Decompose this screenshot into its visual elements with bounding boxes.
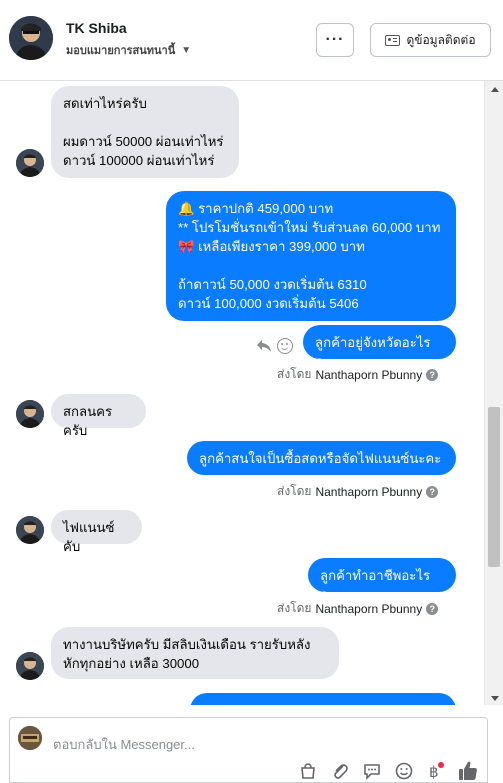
scroll-up-icon[interactable] [491,87,499,92]
baht-icon[interactable]: ฿ [425,761,445,781]
conversation-header: TK Shiba มอบแมายการสนทนานี้ ▼ ··· ดูข้อม… [0,0,503,81]
attach-icon[interactable] [330,761,350,781]
thread-scrollbar[interactable] [484,81,503,705]
message-incoming[interactable]: สกลนครครับ [51,394,146,438]
contact-card-icon [385,34,401,46]
sent-by-name[interactable]: Nanthaporn Pbunny [315,368,422,382]
like-icon[interactable] [457,760,479,782]
chat-bubble-icon[interactable] [362,761,382,781]
message-outgoing[interactable]: ลูกค้าทำอาชีพอะไรคะ [308,558,456,602]
reply-composer: ตอบกลับใน Messenger... ฿ [0,705,503,783]
bag-icon[interactable] [298,761,318,781]
scroll-down-icon[interactable] [491,696,499,701]
message-outgoing[interactable]: ลูกค้าสนใจเป็นซื้อสดหรือจัดไฟแนนซ์นะคะ [187,441,456,475]
help-icon[interactable]: ? [426,485,439,498]
sent-by-prefix: ส่งโดย [277,367,312,381]
sender-avatar [16,652,44,680]
scroll-thumb[interactable] [488,407,500,567]
composer-toolbar [9,755,488,783]
more-options-button[interactable]: ··· [316,23,354,57]
caret-down-icon[interactable]: ▼ [181,45,191,56]
sender-avatar [16,516,44,544]
contact-avatar[interactable] [9,16,53,60]
help-icon[interactable]: ? [426,602,439,615]
sent-by-prefix: ส่งโดย [277,484,312,498]
reply-icon[interactable] [256,339,272,353]
message-incoming[interactable]: ไฟแนนซ์คับ [51,510,142,554]
message-incoming[interactable]: สดเท่าไหร่ครับ ผมดาวน์ 50000 ผ่อนเท่าไหร… [51,86,239,178]
react-emoji-icon[interactable] [277,338,293,354]
page-avatar [18,726,42,750]
sent-by-prefix: ส่งโดย [277,601,312,615]
sent-by-line: ส่งโดย Nanthaporn Pbunny ? [277,599,439,618]
message-incoming[interactable]: ทางานบริษัทครับ มีสลิบเงินเดือน รายรับหล… [51,627,339,679]
svg-text:฿: ฿ [429,763,439,781]
assign-label: มอบแมายการสนทนานี้ [66,45,176,57]
message-outgoing-partial[interactable] [190,693,456,705]
message-outgoing[interactable]: 🔔 ราคาปกติ 459,000 บาท ** โปรโมชั่นรถเข้… [166,191,456,321]
smile-icon[interactable] [394,761,414,781]
sender-avatar [16,400,44,428]
assign-conversation[interactable]: มอบแมายการสนทนานี้ ▼ [66,41,191,59]
view-contact-info-button[interactable]: ดูข้อมูลติดต่อ [370,23,491,57]
sent-by-name[interactable]: Nanthaporn Pbunny [315,485,422,499]
help-icon[interactable]: ? [426,368,439,381]
message-outgoing[interactable]: ลูกค้าอยู่จังหวัดอะไรคะ [303,325,456,369]
sent-by-line: ส่งโดย Nanthaporn Pbunny ? [277,365,439,384]
reply-input-placeholder[interactable]: ตอบกลับใน Messenger... [53,734,195,755]
sent-by-line: ส่งโดย Nanthaporn Pbunny ? [277,482,439,501]
sent-by-name[interactable]: Nanthaporn Pbunny [315,602,422,616]
message-thread[interactable]: สดเท่าไหร่ครับ ผมดาวน์ 50000 ผ่อนเท่าไหร… [0,81,484,705]
contact-name[interactable]: TK Shiba [66,20,127,36]
sender-avatar [16,149,44,177]
view-contact-info-label: ดูข้อมูลติดต่อ [406,32,476,47]
